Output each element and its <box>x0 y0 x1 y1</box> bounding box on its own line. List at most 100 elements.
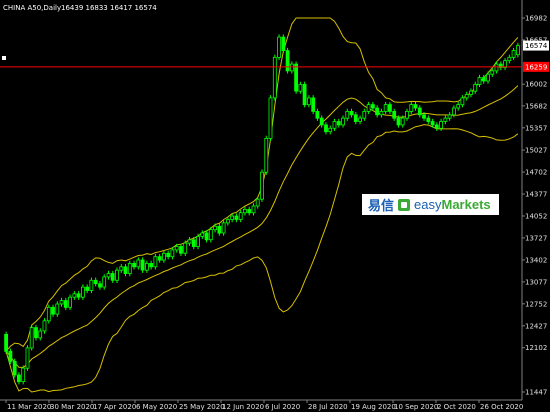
candle-body <box>460 97 465 106</box>
candle-body <box>4 333 8 352</box>
price-tick-label: 12102 <box>525 344 547 352</box>
price-tick-label: 13402 <box>525 256 547 264</box>
candle-body <box>285 50 290 72</box>
candle-body <box>38 330 43 339</box>
candle-body <box>447 114 452 119</box>
candle-body <box>16 374 21 383</box>
candle-body <box>345 111 350 119</box>
candle-body <box>191 239 196 248</box>
time-axis: 11 Mar 202030 Mar 202017 Apr 2020 6 May 2… <box>5 400 523 411</box>
candle-body <box>51 306 55 315</box>
candle-body <box>379 111 384 116</box>
time-tick-label: 11 Mar 2020 <box>7 403 51 411</box>
candle-body <box>281 36 286 51</box>
candle-body <box>464 94 469 99</box>
candle-body <box>294 63 299 92</box>
candle-body <box>102 276 107 288</box>
candle-body <box>106 273 111 278</box>
bb-lower-band <box>5 124 519 393</box>
price-tick-label: 15682 <box>525 102 547 110</box>
candle-body <box>494 63 499 72</box>
candle-body <box>260 171 264 200</box>
candle-body <box>170 249 175 258</box>
chart-header-symbol: CHINA A50,Daily <box>3 4 61 12</box>
candle-body <box>516 45 520 56</box>
candle-body <box>234 215 239 220</box>
candle-body <box>12 360 17 376</box>
candle-body <box>63 300 68 308</box>
candle-body <box>238 212 243 220</box>
candle-body <box>383 104 388 112</box>
price-tick-label: 14377 <box>525 191 547 199</box>
time-tick-label: 2 Oct 2020 <box>437 403 476 411</box>
candle-body <box>272 56 277 99</box>
price-tick-label: 15027 <box>525 147 547 155</box>
candle-body <box>426 117 431 122</box>
time-tick-label: 30 Mar 2020 <box>50 403 94 411</box>
candle-body <box>366 104 371 112</box>
candle-body <box>490 70 495 75</box>
candle-body <box>89 279 94 291</box>
time-tick-label: 28 Jul 2020 <box>308 403 348 411</box>
candle-body <box>140 259 145 271</box>
candle-body <box>153 256 158 268</box>
candle-body <box>98 283 102 288</box>
candle-body <box>81 286 85 298</box>
candle-body <box>434 124 439 129</box>
price-tick-label: 15357 <box>525 124 547 132</box>
candle-body <box>362 111 367 119</box>
candle-body <box>42 320 47 332</box>
candle-body <box>132 262 137 268</box>
candle-body <box>144 262 149 271</box>
time-tick-label: 10 Sep 2020 <box>394 403 438 411</box>
candle-body <box>123 266 128 274</box>
candle-body <box>405 111 409 119</box>
price-tick-label: 14052 <box>525 212 547 220</box>
candle-body <box>29 327 34 349</box>
candle-body <box>306 97 311 106</box>
candle-body <box>298 84 303 92</box>
candle-body <box>451 107 456 116</box>
candle-body <box>200 232 205 237</box>
candle-body <box>55 303 60 315</box>
candle-body <box>336 121 341 126</box>
price-tick-label: 12427 <box>525 322 547 330</box>
candle-body <box>251 205 256 214</box>
candle-body <box>422 114 426 119</box>
candle-body <box>204 232 209 241</box>
candle-body <box>8 350 13 362</box>
candle-body <box>213 225 218 231</box>
candle-body <box>302 84 307 106</box>
candle-body <box>221 222 226 234</box>
candle-body <box>375 107 380 116</box>
candle-body <box>511 50 516 58</box>
candle-body <box>34 327 38 339</box>
candle-body <box>358 117 363 122</box>
candle-body <box>183 242 188 254</box>
candle-body <box>439 121 444 129</box>
candle-body <box>72 293 77 298</box>
price-tick-label: 16982 <box>525 15 547 23</box>
candle-body <box>349 111 354 116</box>
candle-body <box>456 104 461 109</box>
watermark-markets-text: Markets <box>441 197 491 212</box>
candle-body <box>21 367 26 383</box>
candle-body <box>46 306 51 322</box>
chart-header-ohlc: 16439 16833 16417 16574 <box>61 4 157 12</box>
candle-body <box>324 124 328 133</box>
candle-body <box>430 121 435 126</box>
candle-body <box>507 56 512 62</box>
candle-body <box>315 111 320 119</box>
candle-body <box>332 121 337 129</box>
price-tick-label: 12752 <box>525 300 547 308</box>
line-handle-icon[interactable] <box>2 56 6 60</box>
candle-body <box>157 256 162 261</box>
chart-window[interactable]: 16259 16982 16657 16002 15682 15357 15027 1470… <box>0 0 550 412</box>
price-tick-label: 16002 <box>525 81 547 89</box>
candle-body <box>149 262 154 268</box>
candle-body <box>289 63 294 72</box>
candle-body <box>179 246 183 254</box>
candle-body <box>477 77 482 85</box>
price-tick-label: 13727 <box>525 234 547 242</box>
price-tick-label: 11447 <box>525 389 547 397</box>
